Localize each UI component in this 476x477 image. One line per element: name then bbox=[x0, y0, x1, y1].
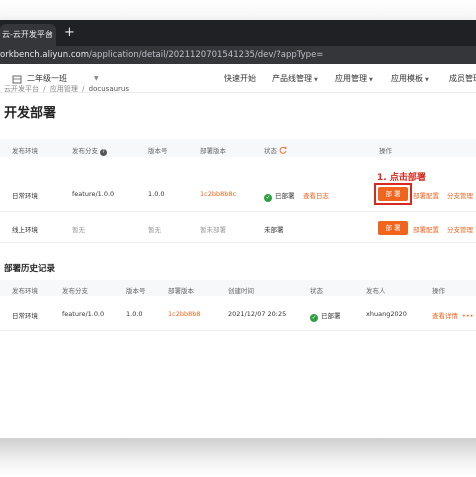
cell-version: 暂无 bbox=[148, 226, 161, 234]
cell-deploy-version: 暂未部署 bbox=[200, 226, 226, 234]
section-title-history: 部署历史记录 bbox=[4, 264, 56, 274]
cell-branch: 暂无 bbox=[72, 226, 85, 234]
chevron-down-icon: ▼ bbox=[425, 77, 429, 83]
cell-deploy-version-link[interactable]: 1c2bb8b8c bbox=[200, 190, 236, 198]
url-text[interactable]: orkbench.aliyun.com/application/detail/2… bbox=[0, 46, 323, 64]
check-circle-icon: ✓ bbox=[264, 194, 272, 202]
cell-deploy-version-link[interactable]: 1c2bb8b8 bbox=[168, 310, 201, 318]
cell-publisher: xhuang2020 bbox=[366, 310, 407, 318]
status-text: 已部署 bbox=[275, 192, 295, 200]
highlight-box bbox=[374, 183, 412, 205]
nav-app-management[interactable]: 应用管理 ▼ bbox=[335, 64, 373, 93]
address-bar[interactable]: orkbench.aliyun.com/application/detail/2… bbox=[0, 46, 476, 64]
cell-env: 日常环境 bbox=[12, 312, 38, 320]
breadcrumb-separator: / bbox=[82, 85, 85, 93]
breadcrumb: 云开发平台 / 应用管理 / docusaurus bbox=[4, 84, 131, 94]
col-header-env: 发布环境 bbox=[12, 287, 38, 295]
cell-status: ✓ 已部署 bbox=[310, 310, 341, 322]
col-header-actions: 操作 bbox=[432, 287, 445, 295]
row-divider bbox=[0, 242, 476, 243]
branch-management-link[interactable]: 分支管理 bbox=[447, 224, 473, 234]
col-header-version: 版本号 bbox=[148, 147, 168, 155]
col-header-deploy-version: 部署版本 bbox=[200, 147, 226, 155]
cell-version: 1.0.0 bbox=[126, 310, 143, 318]
help-icon[interactable]: ? bbox=[100, 149, 107, 156]
deploy-config-link[interactable]: 部署配置 bbox=[413, 224, 439, 234]
col-header-deploy-version: 部署版本 bbox=[168, 287, 194, 295]
deploy-button[interactable]: 部 署 bbox=[378, 221, 408, 235]
breadcrumb-separator: / bbox=[43, 85, 46, 93]
bottom-background bbox=[0, 438, 476, 477]
row-divider bbox=[0, 330, 476, 331]
refresh-icon[interactable] bbox=[279, 146, 287, 154]
url-host: orkbench.aliyun.com bbox=[0, 50, 89, 60]
more-icon[interactable]: ••• bbox=[462, 312, 474, 320]
cell-status: 未部署 bbox=[264, 226, 284, 234]
nav-label: 成员管理 bbox=[449, 74, 476, 83]
building-icon bbox=[12, 75, 22, 84]
branch-management-link[interactable]: 分支管理 bbox=[447, 190, 473, 200]
status-text: 已部署 bbox=[321, 312, 341, 320]
col-header-status: 状态 bbox=[310, 287, 323, 295]
nav-label: 产品线管理 bbox=[272, 74, 312, 83]
col-header-branch-label: 发布分支 bbox=[72, 147, 98, 155]
nav-quick-start[interactable]: 快速开始 bbox=[224, 64, 256, 93]
cell-version: 1.0.0 bbox=[148, 190, 165, 198]
annotation-label: 1. 点击部署 bbox=[377, 173, 426, 183]
new-tab-icon[interactable]: + bbox=[64, 25, 75, 41]
cell-branch: feature/1.0.0 bbox=[62, 310, 105, 318]
col-header-actions: 操作 bbox=[379, 147, 392, 155]
top-background bbox=[0, 0, 476, 22]
browser-tab[interactable]: 云-云开发平台 ✕ bbox=[0, 24, 56, 46]
tab-strip: 云-云开发平台 ✕ + bbox=[0, 20, 476, 46]
breadcrumb-current: docusaurus bbox=[88, 85, 130, 93]
col-header-branch: 发布分支 bbox=[62, 287, 88, 295]
chevron-down-icon: ▼ bbox=[314, 77, 318, 83]
close-icon[interactable]: ✕ bbox=[44, 24, 56, 46]
col-header-created: 创建时间 bbox=[228, 287, 254, 295]
cell-env: 日常环境 bbox=[12, 192, 38, 200]
row-divider bbox=[0, 211, 476, 212]
page-title: 开发部署 bbox=[4, 106, 57, 121]
nav-members[interactable]: 成员管理 bbox=[449, 64, 476, 93]
nav-label: 应用模板 bbox=[391, 74, 423, 83]
view-details-link[interactable]: 查看详情 ••• bbox=[432, 310, 474, 320]
breadcrumb-item[interactable]: 应用管理 bbox=[50, 85, 78, 93]
cell-status: ✓ 已部署 bbox=[264, 190, 295, 202]
nav-app-templates[interactable]: 应用模板 ▼ bbox=[391, 64, 429, 93]
col-header-publisher: 发布人 bbox=[366, 287, 386, 295]
col-header-env: 发布环境 bbox=[12, 147, 38, 155]
col-header-version: 版本号 bbox=[126, 287, 146, 295]
col-header-status-label: 状态 bbox=[264, 147, 277, 155]
view-log-link[interactable]: 查看日志 bbox=[303, 190, 329, 200]
chevron-down-icon: ▼ bbox=[369, 77, 373, 83]
cell-env: 线上环境 bbox=[12, 226, 38, 234]
nav-label: 应用管理 bbox=[335, 74, 367, 83]
check-circle-icon: ✓ bbox=[310, 314, 318, 322]
cell-created: 2021/12/07 20:25 bbox=[228, 310, 287, 318]
cell-branch: feature/1.0.0 bbox=[72, 190, 115, 198]
col-header-status: 状态 bbox=[264, 145, 287, 155]
deploy-config-link[interactable]: 部署配置 bbox=[413, 190, 439, 200]
nav-product-line[interactable]: 产品线管理 ▼ bbox=[272, 64, 318, 93]
view-details-label: 查看详情 bbox=[432, 312, 458, 320]
col-header-branch: 发布分支? bbox=[72, 145, 107, 156]
url-path: /application/detail/20211207015412​35/de… bbox=[88, 50, 324, 60]
nav-label: 快速开始 bbox=[224, 74, 256, 83]
breadcrumb-item[interactable]: 云开发平台 bbox=[4, 85, 39, 93]
